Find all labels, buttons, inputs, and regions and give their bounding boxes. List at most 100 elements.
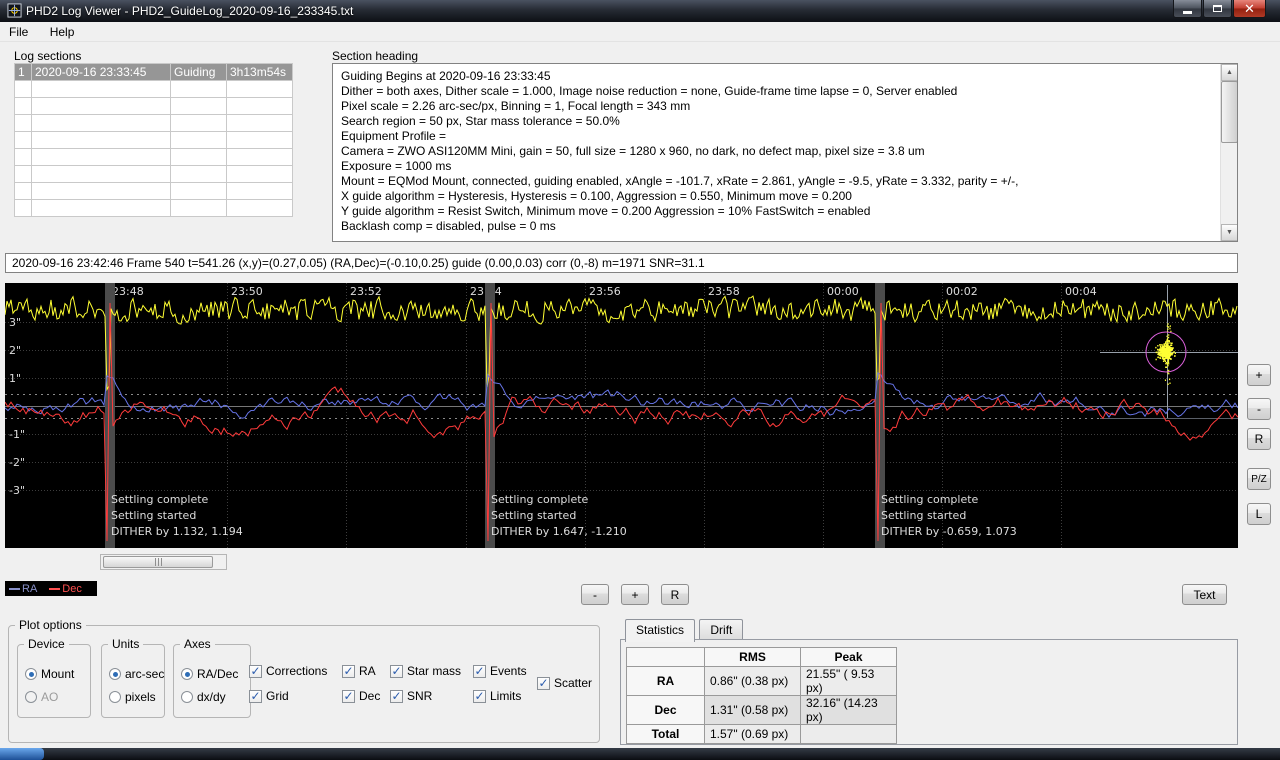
radio-mount[interactable]: Mount [25,667,74,681]
radio-radec[interactable]: RA/Dec [181,667,238,681]
log-table-empty-row[interactable] [14,80,293,98]
empty-cell [14,165,32,183]
title-bar[interactable]: PHD2 Log Viewer - PHD2_GuideLog_2020-09-… [0,0,1280,22]
log-table-empty-row[interactable] [14,114,293,132]
log-table-empty-row[interactable] [14,199,293,217]
log-text-line: Mount = EQMod Mount, connected, guiding … [341,174,1019,188]
tab-drift[interactable]: Drift [699,619,744,640]
cell-index: 1 [14,63,32,81]
minimize-button[interactable] [1173,0,1202,18]
dec-line-swatch [49,587,61,590]
radio-label: arc-sec [125,667,165,681]
empty-cell [14,131,32,149]
checkmark-icon: ✓ [249,688,262,703]
log-text-line: Camera = ZWO ASI120MM Mini, gain = 50, f… [341,144,925,158]
radio-label: AO [41,690,59,704]
checkbox-scatter[interactable]: ✓ Scatter [537,676,592,690]
checkbox-limits[interactable]: ✓ Limits [473,689,521,703]
units-group: Units arc-sec pixels [101,637,165,718]
tab-statistics[interactable]: Statistics [625,619,696,642]
checkbox-events[interactable]: ✓ Events [473,664,527,678]
menu-help[interactable]: Help [41,22,84,42]
empty-cell [14,97,32,115]
menu-file[interactable]: File [0,22,37,42]
menu-bar: File Help [0,22,1280,42]
checkbox-label: Dec [359,689,381,703]
text-view-button[interactable]: Text [1182,584,1227,605]
checkbox-label: Events [490,664,527,678]
stats-label: RA [626,666,705,696]
graph-hscroll-thumb[interactable] [103,556,213,568]
radio-dot-icon [25,668,37,680]
radio-dot-icon [25,691,37,703]
stats-row-dec: Dec 1.31" (0.58 px) 32.16" (14.23 px) [626,695,897,725]
guide-graph[interactable]: 23:4823:5023:5223:5423:5623:5800:0000:02… [5,283,1238,548]
checkbox-label: Limits [490,689,522,703]
section-scrollbar[interactable]: ▲ ▼ [1220,64,1237,241]
log-text-line: Dither = both axes, Dither scale = 1.000… [341,84,958,98]
scroll-down-icon[interactable]: ▼ [1221,224,1237,241]
cell-type: Guiding [170,63,227,81]
statistics-panel: RMS Peak RA 0.86" (0.38 px) 21.55" ( 9.5… [620,639,1238,745]
settling-started-label: Settling started [881,509,966,522]
graph-hscrollbar[interactable] [100,554,227,570]
section-heading-box[interactable]: Guiding Begins at 2020-09-16 23:33:45 Dit… [332,63,1238,242]
hzoom-plus-button[interactable]: + [621,584,649,605]
radio-ao[interactable]: AO [25,690,58,704]
log-table-empty-row[interactable] [14,165,293,183]
empty-cell [170,131,227,149]
hzoom-minus-button[interactable]: - [581,584,609,605]
empty-cell [170,148,227,166]
statistics-table: RMS Peak RA 0.86" (0.38 px) 21.55" ( 9.5… [626,647,897,744]
radio-label: Mount [41,667,75,681]
minimize-icon [1183,10,1192,14]
vscale-reset-button[interactable]: R [1247,428,1271,450]
log-section-row-selected[interactable]: 1 2020-09-16 23:33:45 Guiding 3h13m54s [14,63,293,81]
maximize-button[interactable] [1203,0,1232,18]
empty-cell [226,199,293,217]
log-table-empty-row[interactable] [14,97,293,115]
radio-dxdy[interactable]: dx/dy [181,690,226,704]
log-text-line: Equipment Profile = [341,129,447,143]
log-table-empty-row[interactable] [14,131,293,149]
checkbox-grid[interactable]: ✓ Grid [249,689,289,703]
y-tick-label: -3" [9,484,25,497]
checkbox-star-mass[interactable]: ✓ Star mass [390,664,461,678]
log-table-empty-row[interactable] [14,182,293,200]
vscale-minus-button[interactable]: - [1247,398,1271,420]
radio-arcsec[interactable]: arc-sec [109,667,164,681]
scroll-thumb[interactable] [1221,81,1237,143]
empty-cell [31,97,171,115]
ra-line-swatch [9,587,20,590]
axes-group: Axes RA/Dec dx/dy [173,637,251,718]
empty-cell [31,114,171,132]
start-button[interactable] [0,748,44,760]
plot-options-group: Plot options Device Mount AO Units arc-s… [8,618,600,743]
pan-zoom-button[interactable]: P/Z [1247,468,1271,490]
log-table-empty-row[interactable] [14,148,293,166]
empty-cell [14,199,32,217]
vscale-plus-button[interactable]: + [1247,364,1271,386]
plot-options-label: Plot options [15,618,86,632]
radio-label: pixels [125,690,156,704]
empty-cell [31,199,171,217]
checkbox-snr[interactable]: ✓ SNR [390,689,432,703]
stats-row-ra: RA 0.86" (0.38 px) 21.55" ( 9.53 px) [626,666,897,696]
empty-cell [226,165,293,183]
checkbox-ra[interactable]: ✓ RA [342,664,376,678]
radio-pixels[interactable]: pixels [109,690,156,704]
empty-cell [31,165,171,183]
checkbox-corrections[interactable]: ✓ Corrections [249,664,327,678]
stats-value: 32.16" (14.23 px) [800,695,897,725]
stats-row-total: Total 1.57" (0.69 px) [626,724,897,744]
maximize-icon [1213,5,1222,12]
empty-cell [31,148,171,166]
log-sections-label: Log sections [14,49,82,63]
empty-cell [31,131,171,149]
close-button[interactable]: ✕ [1233,0,1266,18]
lock-button[interactable]: L [1247,503,1271,525]
checkbox-dec[interactable]: ✓ Dec [342,689,380,703]
log-sections-table[interactable]: 1 2020-09-16 23:33:45 Guiding 3h13m54s [14,63,293,217]
hzoom-reset-button[interactable]: R [661,584,689,605]
scroll-up-icon[interactable]: ▲ [1221,64,1237,81]
